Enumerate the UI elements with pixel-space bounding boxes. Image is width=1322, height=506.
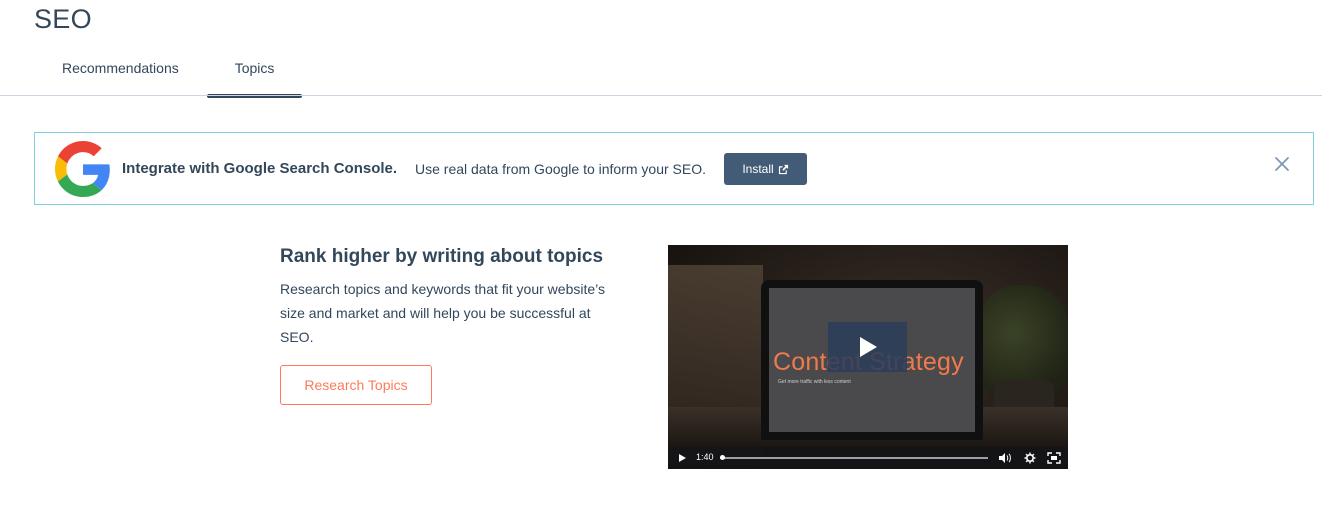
fullscreen-icon[interactable] <box>1047 452 1061 464</box>
banner-description: Use real data from Google to inform your… <box>415 161 707 177</box>
settings-icon[interactable] <box>1024 452 1036 464</box>
video-play-button[interactable] <box>828 322 907 372</box>
play-icon[interactable] <box>677 453 687 463</box>
video-controls: 1:40 <box>668 447 1068 469</box>
tab-recommendations[interactable]: Recommendations <box>34 50 207 98</box>
close-icon[interactable] <box>1273 155 1291 173</box>
install-button[interactable]: Install <box>724 153 807 185</box>
topics-promo: Rank higher by writing about topics Rese… <box>280 245 620 405</box>
tab-label: Topics <box>234 60 275 76</box>
tab-label: Recommendations <box>62 60 179 76</box>
tab-topics[interactable]: Topics <box>206 50 303 98</box>
research-topics-button[interactable]: Research Topics <box>280 365 432 405</box>
video-time: 1:40 <box>696 452 714 462</box>
promo-heading: Rank higher by writing about topics <box>280 246 604 267</box>
video-screen-subtitle: Get more traffic with less content <box>778 379 851 385</box>
video-player[interactable]: Content Strategy Get more traffic with l… <box>668 245 1068 469</box>
google-search-console-banner: Integrate with Google Search Console. Us… <box>34 132 1314 205</box>
google-icon <box>55 141 110 197</box>
video-progress-knob[interactable] <box>720 455 725 460</box>
banner-title: Integrate with Google Search Console. <box>122 160 398 177</box>
tabs-divider <box>0 95 1322 96</box>
page-title: SEO <box>34 4 92 34</box>
external-link-icon <box>778 164 788 174</box>
install-label: Install <box>742 162 774 176</box>
play-icon <box>859 337 877 357</box>
tab-bar: Recommendations Topics <box>34 50 303 98</box>
volume-icon[interactable] <box>998 452 1012 464</box>
promo-description: Research topics and keywords that fit yo… <box>280 281 606 345</box>
video-progress-bar[interactable] <box>720 455 988 460</box>
